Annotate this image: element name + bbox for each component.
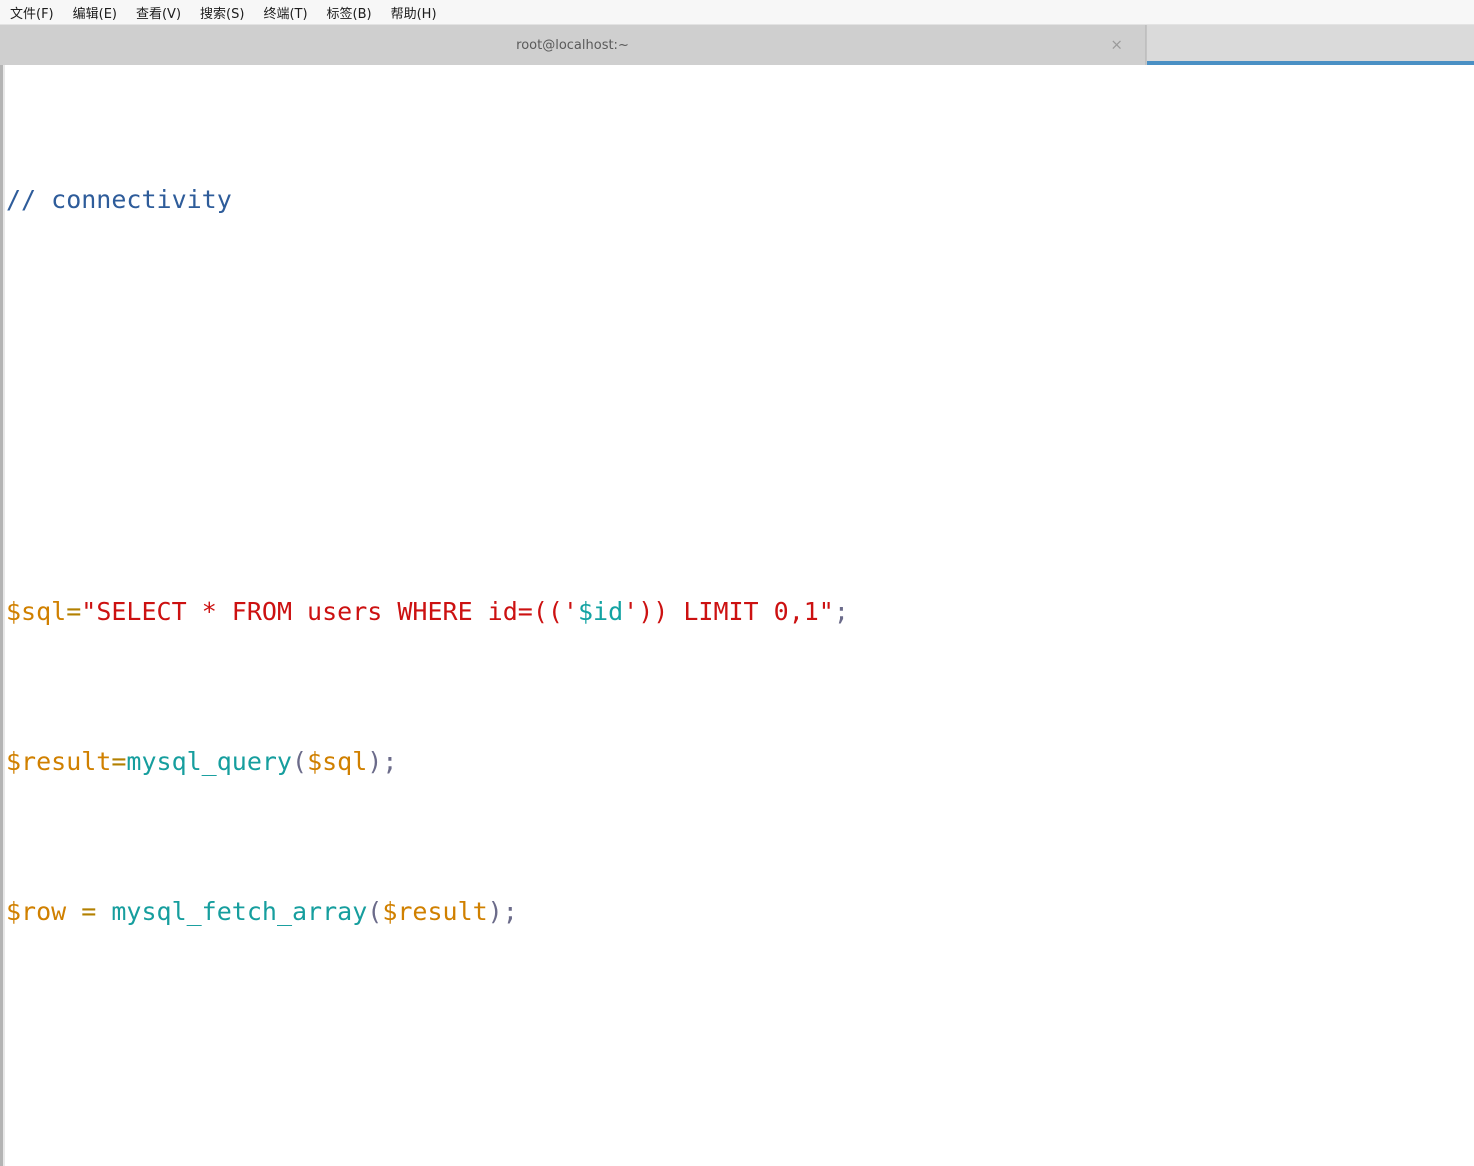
tab-bar-empty-area xyxy=(1146,25,1474,65)
tab-root-localhost[interactable]: root@localhost:~ × xyxy=(0,25,1146,65)
menu-item-edit[interactable]: 编辑(E) xyxy=(73,1,126,24)
close-icon[interactable]: × xyxy=(1110,37,1123,53)
token-sql-string-tail: ')) LIMIT 0,1" xyxy=(623,597,834,626)
token-paren-open: ( xyxy=(292,747,308,776)
terminal-content[interactable]: // connectivity $sql="SELECT * FROM user… xyxy=(0,65,1474,1166)
tab-bar: root@localhost:~ × xyxy=(0,25,1474,65)
token-semicolon: ; xyxy=(833,597,849,626)
token-var-sql-arg: $sql xyxy=(307,747,368,776)
menu-item-search[interactable]: 搜索(S) xyxy=(200,1,253,24)
menu-bar: 文件(F) 编辑(E) 查看(V) 搜索(S) 终端(T) 标签(B) 帮助(H… xyxy=(0,0,1474,25)
token-assign: = xyxy=(66,597,82,626)
window-left-border-inner xyxy=(3,65,5,1166)
token-comment: // connectivity xyxy=(6,184,232,214)
code-line-6: $row = mysql_fetch_array($result); xyxy=(6,893,1135,931)
menu-item-view[interactable]: 查看(V) xyxy=(136,1,190,24)
token-var-row: $row xyxy=(6,897,67,926)
token-paren-close: ) xyxy=(367,747,383,776)
token-var-sql: $sql xyxy=(6,597,67,626)
token-semicolon: ; xyxy=(502,897,518,926)
token-semicolon: ; xyxy=(382,747,398,776)
token-fn-mysql-fetch-array: mysql_fetch_array xyxy=(111,897,368,926)
code-line-5: $result=mysql_query($sql); xyxy=(6,743,1135,781)
menu-item-tabs[interactable]: 标签(B) xyxy=(327,1,381,24)
code-line-1: // connectivity xyxy=(6,181,1135,219)
menu-item-terminal[interactable]: 终端(T) xyxy=(263,1,316,24)
tab-title: root@localhost:~ xyxy=(516,37,629,53)
token-paren-open: ( xyxy=(367,897,383,926)
code-line-4: $sql="SELECT * FROM users WHERE id=(('$i… xyxy=(6,593,1135,631)
code-listing: // connectivity $sql="SELECT * FROM user… xyxy=(6,68,1135,1166)
token-fn-mysql-query: mysql_query xyxy=(126,747,292,776)
token-sql-string-head: "SELECT * FROM users WHERE id=((' xyxy=(81,597,578,626)
menu-item-help[interactable]: 帮助(H) xyxy=(391,1,446,24)
token-space-assign: = xyxy=(66,897,112,926)
token-var-result: $result xyxy=(6,747,112,776)
token-var-result-arg: $result xyxy=(382,897,488,926)
menu-item-file[interactable]: 文件(F) xyxy=(10,1,63,24)
token-paren-close: ) xyxy=(487,897,503,926)
token-assign: = xyxy=(111,747,127,776)
token-sql-interp-id: $id xyxy=(577,597,624,626)
